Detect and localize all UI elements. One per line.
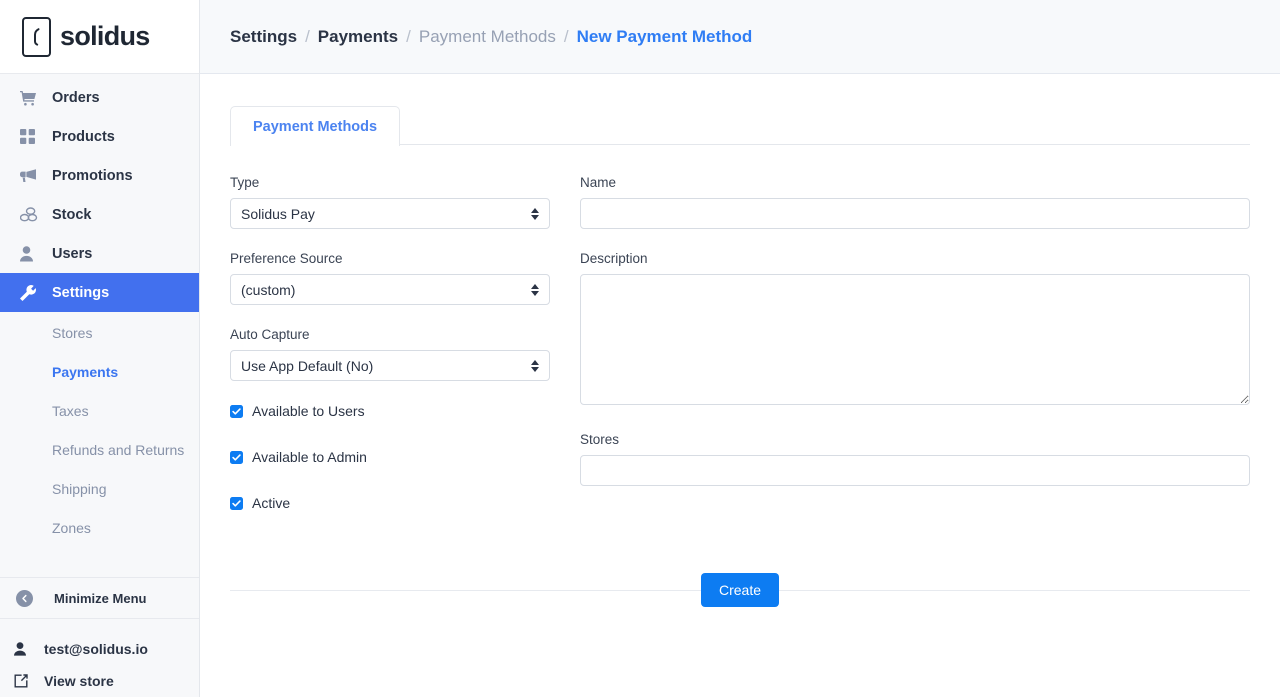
sidebar-item-label: Users [52,246,92,262]
tab-bar: Payment Methods [230,100,1250,145]
field-type: Type Solidus Pay [230,175,550,229]
solidus-monogram-icon [22,17,51,57]
field-auto-capture: Auto Capture Use App Default (No) [230,327,550,381]
coins-icon [20,206,42,224]
sidebar-item-products[interactable]: Products [0,117,199,156]
breadcrumb-payments[interactable]: Payments [318,27,398,47]
sidebar-item-label: Promotions [52,168,133,184]
external-link-icon [14,674,36,688]
page-content: Payment Methods Type Solidus Pay [200,74,1280,697]
minimize-menu-button[interactable]: Minimize Menu [0,577,199,619]
preference-source-select[interactable]: (custom) [230,274,550,305]
available-to-admin-checkbox[interactable] [230,451,243,464]
available-to-users-checkbox[interactable] [230,405,243,418]
form-column-right: Name Description Stores [580,175,1250,541]
type-select-wrapper: Solidus Pay [230,198,550,229]
tab-payment-methods[interactable]: Payment Methods [230,106,400,146]
sidebar-footer: test@solidus.io View store [0,619,199,697]
grid-icon [20,128,42,146]
sidebar-item-payments[interactable]: Payments [0,353,199,392]
sidebar-item-promotions[interactable]: Promotions [0,156,199,195]
breadcrumb-payment-methods[interactable]: Payment Methods [419,27,556,47]
cart-icon [20,89,42,107]
breadcrumb-settings[interactable]: Settings [230,27,297,47]
brand-wordmark: solidus [60,23,150,50]
sidebar-item-stores[interactable]: Stores [0,314,199,353]
auto-capture-select-wrapper: Use App Default (No) [230,350,550,381]
available-to-admin-label: Available to Admin [252,449,367,465]
create-button[interactable]: Create [701,573,779,607]
main-area: Settings / Payments / Payment Methods / … [200,0,1280,697]
subnav-item-label: Stores [52,324,92,343]
primary-nav: Orders Products [0,74,199,312]
breadcrumb-separator: / [406,27,411,47]
sidebar-item-label: Orders [52,90,100,106]
subnav-item-label: Taxes [52,402,89,421]
sidebar-item-zones[interactable]: Zones [0,509,199,548]
sidebar-item-taxes[interactable]: Taxes [0,392,199,431]
sidebar: solidus Orders [0,0,200,697]
type-select[interactable]: Solidus Pay [230,198,550,229]
breadcrumb: Settings / Payments / Payment Methods / … [230,27,752,47]
chevron-left-circle-icon [16,590,33,607]
account-email-link[interactable]: test@solidus.io [14,633,199,665]
sidebar-item-label: Settings [52,285,109,301]
subnav-item-label: Shipping [52,480,107,499]
form-column-left: Type Solidus Pay Preference Source [230,175,550,541]
brand-logo[interactable]: solidus [0,0,199,74]
field-stores: Stores [580,432,1250,486]
description-textarea[interactable] [580,274,1250,405]
payment-method-form: Type Solidus Pay Preference Source [230,145,1250,541]
sidebar-item-refunds-and-returns[interactable]: Refunds and Returns [0,431,199,470]
megaphone-icon [20,167,42,185]
checkbox-row-active: Active [230,495,550,511]
sidebar-item-shipping[interactable]: Shipping [0,470,199,509]
active-checkbox[interactable] [230,497,243,510]
breadcrumb-current: New Payment Method [577,27,753,47]
breadcrumb-separator: / [305,27,310,47]
preference-source-select-wrapper: (custom) [230,274,550,305]
stores-input[interactable] [580,455,1250,486]
sidebar-item-label: Stock [52,207,92,223]
field-name: Name [580,175,1250,229]
active-label: Active [252,495,290,511]
field-preference-source: Preference Source (custom) [230,251,550,305]
subnav-item-label: Refunds and Returns [52,441,184,460]
view-store-label: View store [44,673,114,689]
user-icon [14,642,36,656]
sidebar-item-orders[interactable]: Orders [0,78,199,117]
field-description: Description [580,251,1250,410]
subnav-item-label: Payments [52,363,118,382]
form-actions: Create [230,565,1250,615]
tab-label: Payment Methods [253,119,377,135]
subnav-item-label: Zones [52,519,91,538]
checkbox-row-available-to-admin: Available to Admin [230,449,550,465]
available-to-users-label: Available to Users [252,403,365,419]
sidebar-item-users[interactable]: Users [0,234,199,273]
sidebar-spacer [0,548,199,577]
sidebar-item-stock[interactable]: Stock [0,195,199,234]
auto-capture-select[interactable]: Use App Default (No) [230,350,550,381]
topbar: Settings / Payments / Payment Methods / … [200,0,1280,74]
view-store-link[interactable]: View store [14,665,199,697]
auto-capture-label: Auto Capture [230,327,550,342]
wrench-icon [20,284,42,302]
minimize-menu-label: Minimize Menu [54,591,146,606]
user-icon [20,245,42,263]
breadcrumb-separator: / [564,27,569,47]
settings-subnav: Stores Payments Taxes Refunds and Return… [0,312,199,548]
description-label: Description [580,251,1250,266]
preference-source-label: Preference Source [230,251,550,266]
name-label: Name [580,175,1250,190]
name-input[interactable] [580,198,1250,229]
app-root: solidus Orders [0,0,1280,697]
account-email-label: test@solidus.io [44,641,148,657]
checkbox-row-available-to-users: Available to Users [230,403,550,419]
sidebar-item-settings[interactable]: Settings [0,273,199,312]
type-label: Type [230,175,550,190]
sidebar-item-label: Products [52,129,115,145]
stores-label: Stores [580,432,1250,447]
